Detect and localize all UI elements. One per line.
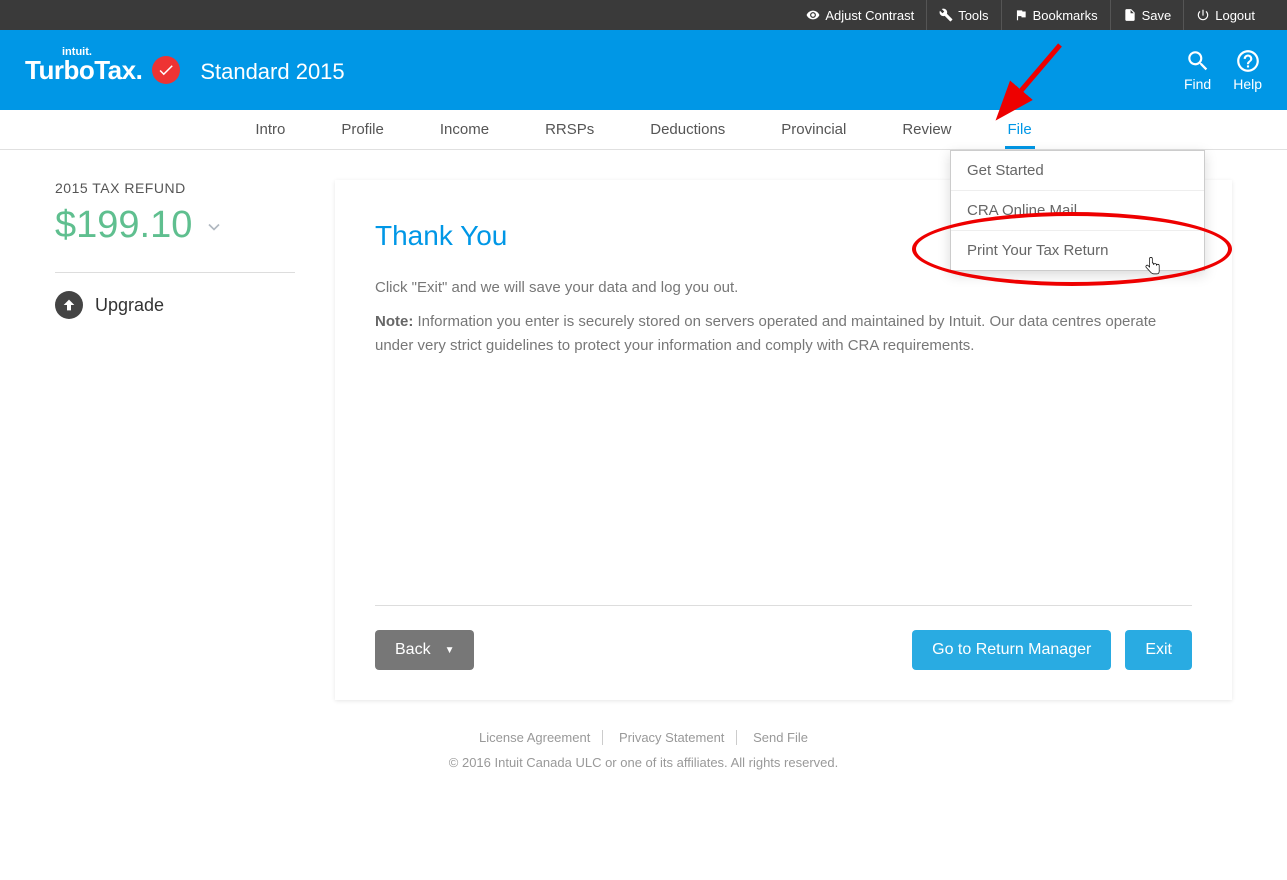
upgrade-label: Upgrade [95,295,164,316]
note-text: Information you enter is securely stored… [375,313,1156,354]
nav-provincial[interactable]: Provincial [753,110,874,149]
help-button[interactable]: Help [1233,48,1262,92]
adjust-contrast-label: Adjust Contrast [825,8,914,23]
product-name: Standard 2015 [200,59,344,85]
upgrade-arrow-icon [55,291,83,319]
page-footer: License Agreement Privacy Statement Send… [0,700,1287,800]
return-manager-button[interactable]: Go to Return Manager [912,630,1111,670]
check-badge-icon [152,56,180,84]
footer-links: License Agreement Privacy Statement Send… [0,730,1287,745]
tools-label: Tools [958,8,988,23]
panel-footer: Back ▼ Go to Return Manager Exit [375,605,1192,670]
brand-parent: intuit. [62,46,92,58]
flag-icon [1014,8,1028,22]
refund-label: 2015 TAX REFUND [55,180,295,196]
dropdown-get-started[interactable]: Get Started [951,151,1204,191]
main-nav: Intro Profile Income RRSPs Deductions Pr… [0,110,1287,150]
nav-file[interactable]: File [980,110,1060,149]
tools-link[interactable]: Tools [927,0,1001,30]
license-link[interactable]: License Agreement [467,730,603,745]
question-icon [1235,48,1261,74]
find-label: Find [1184,76,1211,92]
logo: TurboTax. Standard 2015 [25,55,345,86]
upgrade-link[interactable]: Upgrade [55,291,295,319]
nav-profile[interactable]: Profile [313,110,412,149]
caret-down-icon: ▼ [445,645,455,656]
logout-link[interactable]: Logout [1184,0,1267,30]
nav-rrsps[interactable]: RRSPs [517,110,622,149]
logout-label: Logout [1215,8,1255,23]
divider [55,272,295,273]
adjust-contrast-link[interactable]: Adjust Contrast [794,0,927,30]
search-icon [1185,48,1211,74]
security-note: Note: Information you enter is securely … [375,310,1192,358]
save-link[interactable]: Save [1111,0,1185,30]
sendfile-link[interactable]: Send File [741,730,820,745]
nav-review[interactable]: Review [874,110,979,149]
utility-bar: Adjust Contrast Tools Bookmarks Save Log… [0,0,1287,30]
note-label: Note: [375,313,413,330]
dropdown-cra-mail[interactable]: CRA Online Mail [951,191,1204,231]
nav-income[interactable]: Income [412,110,517,149]
chevron-down-icon [204,204,224,247]
save-label: Save [1142,8,1172,23]
help-label: Help [1233,76,1262,92]
document-icon [1123,8,1137,22]
bookmarks-label: Bookmarks [1033,8,1098,23]
app-header: intuit. TurboTax. Standard 2015 Find Hel… [0,30,1287,110]
refund-amount[interactable]: $199.10 [55,204,295,247]
wrench-icon [939,8,953,22]
nav-deductions[interactable]: Deductions [622,110,753,149]
back-label: Back [395,641,431,659]
exit-button[interactable]: Exit [1125,630,1192,670]
exit-instruction: Click "Exit" and we will save your data … [375,276,1192,300]
find-button[interactable]: Find [1184,48,1211,92]
privacy-link[interactable]: Privacy Statement [607,730,738,745]
file-dropdown: Get Started CRA Online Mail Print Your T… [950,150,1205,271]
back-button[interactable]: Back ▼ [375,630,474,670]
eye-icon [806,8,820,22]
dropdown-print-return[interactable]: Print Your Tax Return [951,231,1204,270]
power-icon [1196,8,1210,22]
bookmarks-link[interactable]: Bookmarks [1002,0,1111,30]
copyright: © 2016 Intuit Canada ULC or one of its a… [0,755,1287,770]
brand-name: TurboTax. [25,55,142,86]
sidebar: 2015 TAX REFUND $199.10 Upgrade [55,180,295,700]
nav-intro[interactable]: Intro [227,110,313,149]
refund-value: $199.10 [55,204,192,247]
